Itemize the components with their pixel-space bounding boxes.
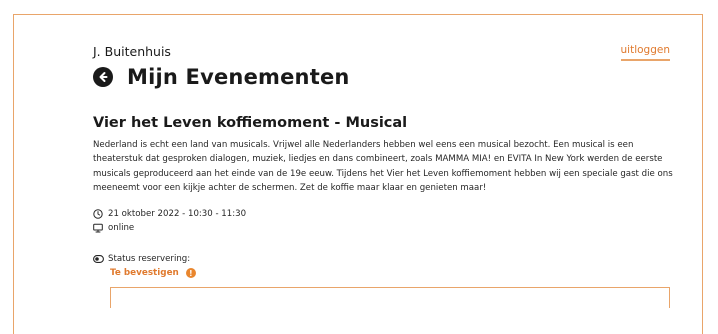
status-label: Status reservering: [108, 254, 191, 264]
event-description: Nederland is echt een land van musicals.… [93, 140, 673, 194]
user-header: J. Buitenhuis uitloggen [93, 44, 670, 61]
exclamation-circle-icon[interactable]: ! [185, 268, 196, 278]
monitor-icon [93, 223, 103, 233]
event-title: Vier het Leven koffiemoment - Musical [93, 115, 408, 131]
status-label-row: Status reservering: [93, 254, 190, 264]
event-location-row: online [93, 223, 134, 233]
arrow-left-circle-icon[interactable] [93, 67, 113, 87]
username: J. Buitenhuis [93, 44, 171, 59]
page-title: Mijn Evenementen [127, 65, 350, 89]
event-datetime: 21 oktober 2022 - 10:30 - 11:30 [108, 209, 247, 219]
reservation-panel [110, 287, 670, 308]
event-location: online [108, 223, 135, 233]
status-value-row: Te bevestigen ! [110, 268, 196, 278]
logout-link[interactable]: uitloggen [620, 44, 670, 61]
page-header: Mijn Evenementen [93, 64, 350, 90]
toggle-icon [93, 255, 104, 263]
clock-icon [93, 209, 103, 219]
status-value: Te bevestigen [110, 268, 179, 278]
event-datetime-row: 21 oktober 2022 - 10:30 - 11:30 [93, 209, 246, 219]
